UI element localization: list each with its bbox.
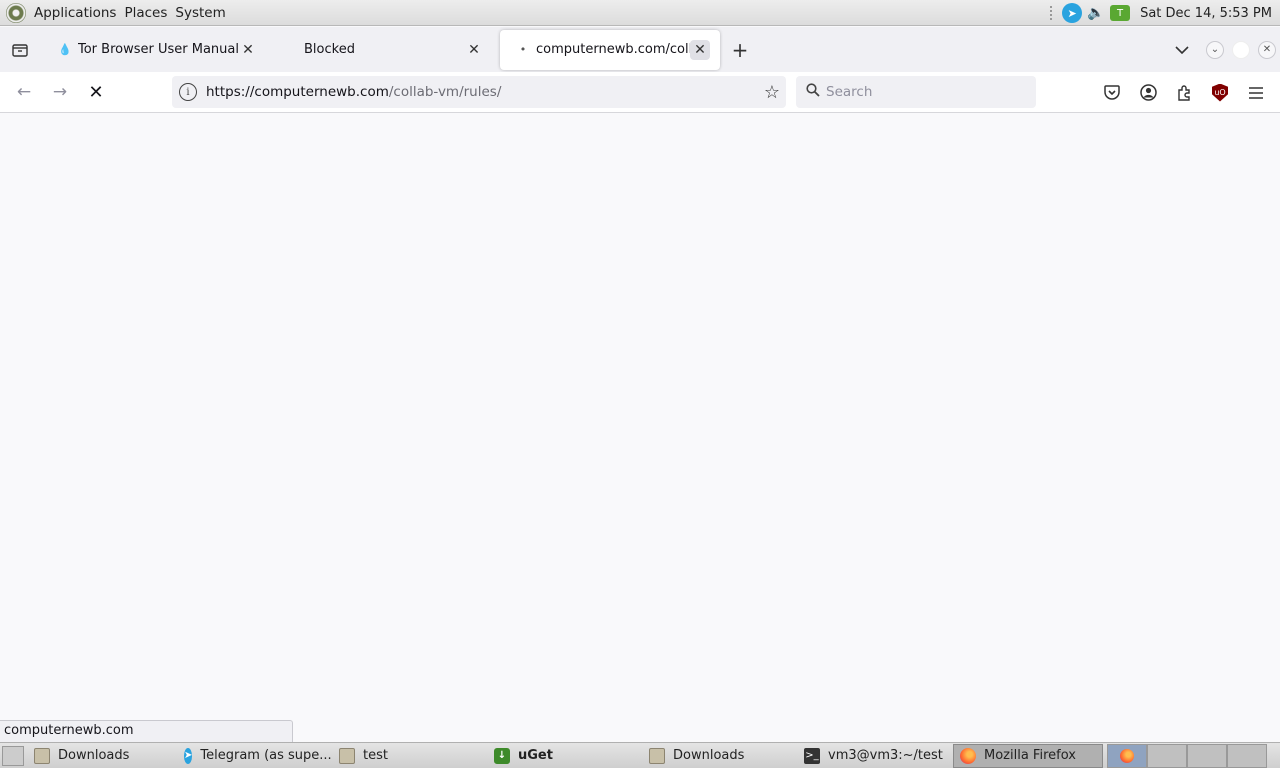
site-info-icon[interactable]: i — [179, 83, 197, 101]
pocket-icon[interactable] — [1094, 77, 1130, 109]
firefox-view-icon — [12, 43, 28, 57]
volume-icon[interactable]: 🔈 — [1086, 3, 1106, 23]
tab-blocked[interactable]: Blocked ✕ — [268, 30, 494, 70]
tab-title: Blocked — [304, 42, 355, 57]
blank-page-icon — [284, 43, 298, 57]
maximize-window-icon[interactable] — [1232, 40, 1250, 59]
places-menu[interactable]: Places — [120, 5, 171, 21]
taskbar-item-label: test — [363, 748, 388, 763]
uget-icon: ↓ — [494, 747, 510, 764]
bookmark-star-icon[interactable]: ☆ — [758, 82, 786, 103]
terminal-icon: >_ — [804, 747, 820, 764]
telegram-icon: ➤ — [184, 747, 193, 764]
taskbar-item-label: vm3@vm3:~/test — [828, 748, 943, 763]
loading-dot-icon: • — [519, 43, 527, 56]
close-tab-icon[interactable]: ✕ — [464, 40, 484, 60]
url-path: /collab-vm/rules/ — [388, 84, 502, 100]
close-window-icon[interactable]: ✕ — [1258, 40, 1276, 59]
taskbar-item-telegram[interactable]: ➤ Telegram (as supe... — [178, 744, 333, 768]
extensions-puzzle-icon[interactable] — [1166, 77, 1202, 109]
minimize-window-icon[interactable]: ⌄ — [1206, 40, 1224, 59]
search-icon — [806, 83, 820, 101]
url-host: https://computernewb.com — [206, 84, 389, 100]
taskbar-item-downloads-2[interactable]: Downloads — [643, 744, 798, 768]
list-all-tabs-button[interactable] — [1162, 45, 1202, 54]
tab-title: Tor Browser User Manual | T — [78, 42, 238, 57]
tab-bar-controls: ⌄ ✕ — [1162, 27, 1280, 72]
tray-handle — [1050, 6, 1054, 20]
tab-computernewb[interactable]: • computernewb.com/collab ✕ — [500, 29, 720, 70]
folder-icon — [649, 747, 665, 764]
panel-menu-bar: Applications Places System — [0, 0, 230, 26]
tab-title: computernewb.com/collab — [536, 42, 690, 57]
tor-onion-icon: 💧 — [58, 43, 72, 56]
firefox-icon — [960, 747, 976, 764]
clock[interactable]: Sat Dec 14, 5:53 PM — [1134, 6, 1280, 21]
tab-bar: 💧 Tor Browser User Manual | T ✕ Blocked … — [0, 27, 1280, 72]
search-placeholder: Search — [826, 84, 873, 100]
navigation-toolbar: ← → ✕ i https://computernewb.com/collab-… — [0, 72, 1280, 113]
workspace-3[interactable] — [1187, 743, 1227, 768]
workspace-1[interactable] — [1107, 743, 1147, 768]
firefox-view-button[interactable] — [0, 28, 40, 72]
taskbar-item-downloads[interactable]: Downloads — [28, 744, 178, 768]
telegram-tray-icon[interactable]: ➤ — [1062, 3, 1083, 23]
search-bar[interactable]: Search — [796, 76, 1036, 108]
taskbar-item-test[interactable]: test — [333, 744, 488, 768]
top-panel: Applications Places System ➤ 🔈 T Sat Dec… — [0, 0, 1280, 26]
new-tab-button[interactable]: + — [720, 30, 760, 70]
taskbar-item-terminal[interactable]: >_ vm3@vm3:~/test — [798, 744, 953, 768]
close-tab-icon[interactable]: ✕ — [690, 39, 710, 60]
ublock-origin-icon[interactable]: uO — [1202, 77, 1238, 109]
firefox-icon — [1120, 748, 1134, 763]
close-tab-icon[interactable]: ✕ — [238, 40, 258, 60]
hamburger-menu-icon[interactable] — [1238, 77, 1274, 109]
workspace-2[interactable] — [1147, 743, 1187, 768]
account-icon[interactable] — [1130, 77, 1166, 109]
stop-loading-button[interactable]: ✕ — [78, 76, 114, 108]
distro-logo-icon[interactable] — [6, 2, 26, 23]
chevron-down-icon — [1175, 45, 1189, 54]
url-text[interactable]: https://computernewb.com/collab-vm/rules… — [206, 84, 758, 100]
tab-tor-manual[interactable]: 💧 Tor Browser User Manual | T ✕ — [42, 30, 268, 70]
folder-icon — [34, 747, 50, 764]
taskbar-item-label: uGet — [518, 748, 553, 763]
taskbar-item-label: Downloads — [673, 748, 745, 763]
taskbar-item-label: Downloads — [58, 748, 130, 763]
taskbar-item-label: Telegram (as supe... — [200, 748, 332, 763]
url-bar[interactable]: i https://computernewb.com/collab-vm/rul… — [172, 76, 786, 108]
folder-icon — [339, 747, 355, 764]
update-manager-icon[interactable]: T — [1110, 5, 1131, 21]
back-button[interactable]: ← — [6, 76, 42, 108]
bottom-taskbar: Downloads ➤ Telegram (as supe... test ↓ … — [0, 742, 1280, 768]
show-desktop-button[interactable] — [2, 745, 24, 766]
toolbar-extensions: uO — [1094, 72, 1274, 113]
page-content[interactable]: computernewb.com — [0, 113, 1280, 742]
taskbar-item-label: Mozilla Firefox — [984, 748, 1076, 763]
system-tray: ➤ 🔈 T Sat Dec 14, 5:53 PM — [1050, 0, 1280, 26]
status-panel: computernewb.com — [0, 720, 293, 742]
taskbar-item-firefox[interactable]: Mozilla Firefox — [953, 743, 1103, 768]
taskbar-item-uget[interactable]: ↓ uGet — [488, 744, 643, 768]
applications-menu[interactable]: Applications — [30, 5, 120, 21]
workspace-4[interactable] — [1227, 743, 1267, 768]
system-menu[interactable]: System — [171, 5, 229, 21]
forward-button[interactable]: → — [42, 76, 78, 108]
